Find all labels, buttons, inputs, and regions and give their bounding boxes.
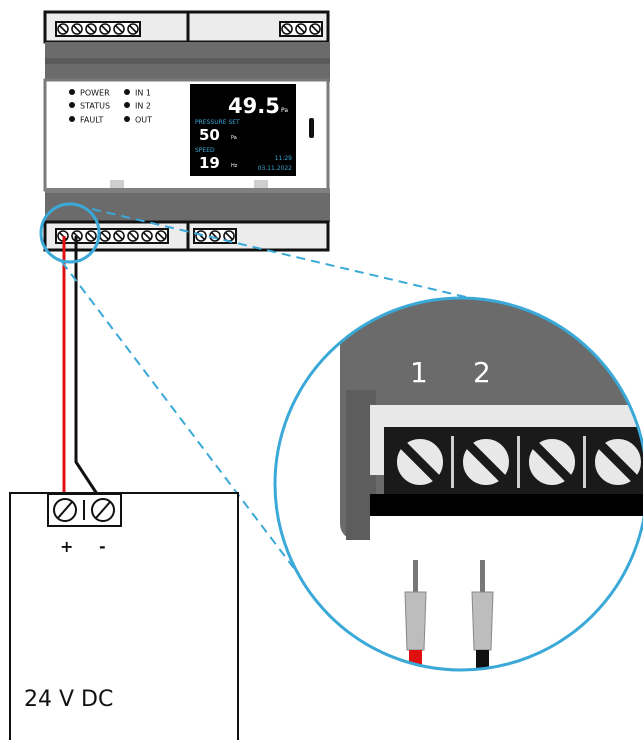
led-power-label: POWER: [80, 89, 110, 98]
zoom-terminal-screw: [395, 437, 445, 487]
terminal-screw: [57, 23, 69, 35]
led-in2-label: IN 2: [135, 102, 151, 111]
display-setpoint-value: 50: [199, 126, 220, 144]
zoom-terminal-screw: [461, 437, 511, 487]
terminal-screw: [85, 23, 97, 35]
terminal-screw: [127, 230, 139, 242]
terminal-separator: [517, 436, 520, 488]
side-button: [309, 118, 314, 138]
psu-plus-label: +: [60, 537, 73, 556]
power-supply: + - 24 V DC: [9, 492, 239, 740]
led-in1-label: IN 1: [135, 89, 151, 98]
lcd-display: 49.5 Pa PRESSURE SET 50 Pa SPEED 19 Hz 1…: [190, 84, 296, 176]
display-speed-label: SPEED: [195, 147, 215, 154]
psu-screw-positive: [53, 498, 77, 522]
terminal-separator: [583, 436, 586, 488]
terminal-number-1: 1: [410, 356, 428, 389]
terminal-screw: [209, 230, 221, 242]
display-main-value: 49.5: [228, 94, 280, 118]
terminal-screw: [85, 230, 97, 242]
terminal-screw: [127, 23, 139, 35]
display-speed-unit: Hz: [231, 163, 238, 169]
terminal-screw: [155, 230, 167, 242]
terminal-screw: [71, 23, 83, 35]
terminal-screw: [113, 23, 125, 35]
terminal-separator: [451, 436, 454, 488]
display-date: 03.11.2022: [258, 165, 293, 172]
psu-screw-negative: [91, 498, 115, 522]
wires: [62, 236, 103, 510]
din-rail-device: POWER STATUS FAULT IN 1 IN 2 OUT 49.5 Pa: [43, 10, 330, 252]
terminal-screw: [281, 23, 293, 35]
terminal-screw: [99, 230, 111, 242]
terminal-screw: [99, 23, 111, 35]
display-setpoint-unit: Pa: [231, 135, 237, 141]
psu-minus-label: -: [99, 537, 106, 556]
display-main-unit: Pa: [281, 107, 288, 114]
led-status-label: STATUS: [80, 102, 110, 111]
psu-voltage-label: 24 V DC: [24, 687, 113, 712]
display-speed-value: 19: [199, 154, 220, 172]
zoom-terminal-screw: [527, 437, 577, 487]
wiring-diagram: POWER STATUS FAULT IN 1 IN 2 OUT 49.5 Pa: [9, 10, 643, 740]
display-setpoint-label: PRESSURE SET: [195, 119, 240, 126]
terminal-screw: [309, 23, 321, 35]
terminal-screw: [113, 230, 125, 242]
zoom-detail: 1 2: [273, 296, 643, 672]
terminal-screw: [141, 230, 153, 242]
terminal-screw: [195, 230, 207, 242]
display-time: 11:29: [275, 155, 292, 162]
led-fault-label: FAULT: [80, 116, 104, 125]
housing-lower-band: [45, 188, 330, 222]
zoom-terminal-screw: [593, 437, 643, 487]
led-out-label: OUT: [135, 116, 152, 125]
terminal-number-2: 2: [473, 356, 491, 389]
terminal-screw: [295, 23, 307, 35]
negative-wire: [74, 236, 103, 510]
